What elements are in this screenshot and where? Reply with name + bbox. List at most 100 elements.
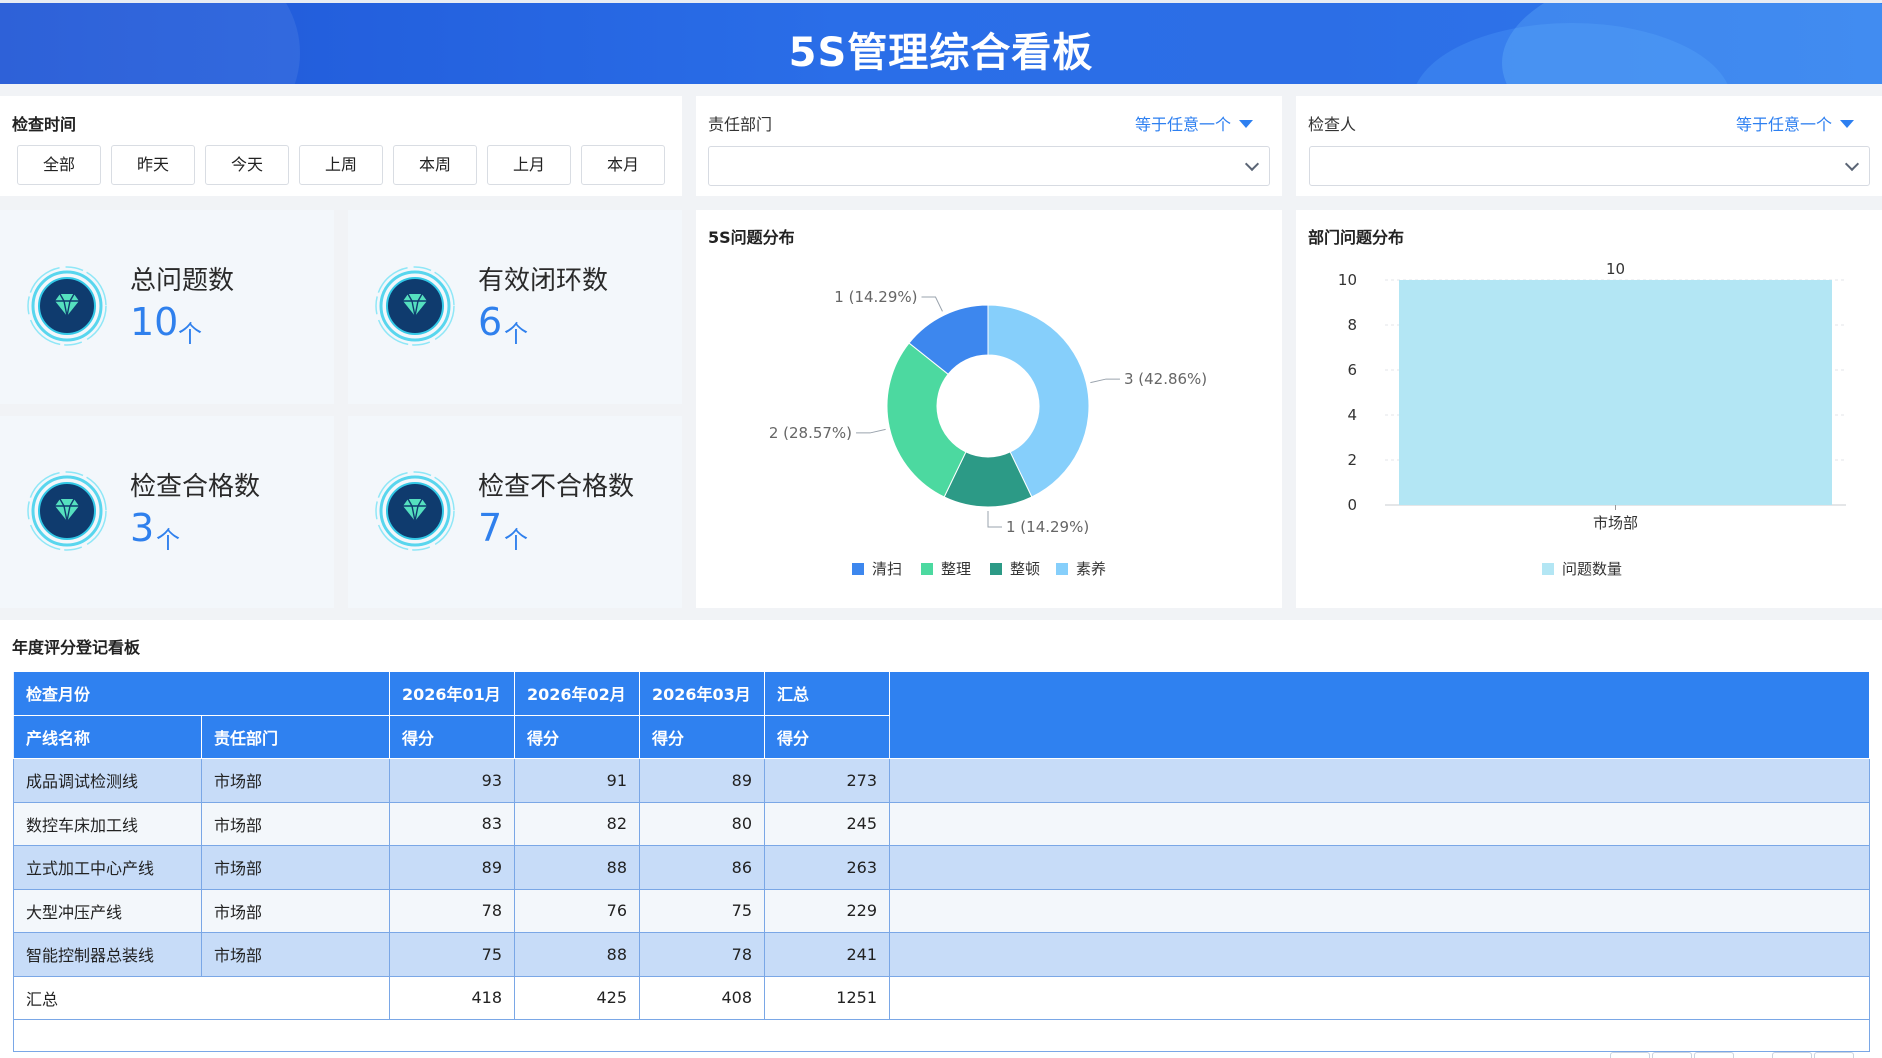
score-cell: 93 bbox=[389, 758, 515, 803]
kpi-value: 6 bbox=[478, 300, 503, 344]
time-button-today[interactable]: 今天 bbox=[205, 145, 289, 185]
pagination-button[interactable] bbox=[1694, 1052, 1734, 1058]
header-cell[interactable]: 得分 bbox=[639, 714, 765, 759]
time-button-all[interactable]: 全部 bbox=[17, 145, 101, 185]
time-button-last-week[interactable]: 上周 bbox=[299, 145, 383, 185]
table-row: 大型冲压产线 市场部 78 76 75 229 bbox=[13, 888, 1870, 933]
score-cell: 91 bbox=[514, 758, 640, 803]
score-table: 检查月份 2026年01月 2026年02月 2026年03月 汇总 产线名称 … bbox=[13, 671, 1870, 1052]
score-cell: 88 bbox=[514, 932, 640, 977]
diamond-icon bbox=[375, 266, 455, 346]
filler-cell bbox=[889, 758, 1870, 803]
table-title: 年度评分登记看板 bbox=[12, 638, 141, 657]
leader-line bbox=[1090, 378, 1120, 384]
diamond-icon bbox=[27, 266, 107, 346]
pagination-button[interactable] bbox=[1610, 1052, 1650, 1058]
header-cell[interactable]: 汇总 bbox=[764, 671, 890, 716]
y-tick-label: 0 bbox=[1347, 496, 1357, 514]
header-cell[interactable]: 得分 bbox=[389, 714, 515, 759]
leader-line bbox=[921, 296, 943, 312]
filler-cell bbox=[889, 845, 1870, 890]
legend-label: 问题数量 bbox=[1562, 560, 1622, 578]
y-tick-label: 10 bbox=[1338, 271, 1357, 289]
kpi-unit: 个 bbox=[504, 526, 528, 554]
header-cell[interactable]: 得分 bbox=[764, 714, 890, 759]
header-cell[interactable]: 责任部门 bbox=[201, 714, 390, 759]
data-label: 2 (28.57%) bbox=[769, 424, 852, 442]
y-tick-label: 2 bbox=[1347, 451, 1357, 469]
y-tick-label: 8 bbox=[1347, 316, 1357, 334]
diamond-icon bbox=[27, 471, 107, 551]
kpi-title: 检查不合格数 bbox=[478, 472, 635, 502]
page-title: 5S管理综合看板 bbox=[788, 30, 1094, 76]
kpi-card-closed-loop: 有效闭环数 6 个 bbox=[348, 210, 682, 404]
header-cell[interactable]: 2026年03月 bbox=[639, 671, 765, 716]
total-label-cell: 汇总 bbox=[13, 975, 390, 1020]
score-cell: 86 bbox=[639, 845, 765, 890]
header-cell[interactable]: 检查月份 bbox=[13, 671, 390, 716]
chevron-down-icon bbox=[1244, 156, 1260, 172]
leader-line bbox=[856, 428, 886, 434]
header-cell[interactable]: 2026年01月 bbox=[389, 671, 515, 716]
score-cell: 75 bbox=[389, 932, 515, 977]
department-condition-dropdown[interactable]: 等于任意一个 bbox=[1135, 111, 1254, 135]
bar-chart: 0 2 4 6 8 10 10 市场部问题数量 bbox=[1338, 260, 1846, 578]
inspector-select[interactable] bbox=[1309, 146, 1870, 186]
department-select[interactable] bbox=[708, 146, 1270, 186]
inspector-condition-label: 等于任意一个 bbox=[1736, 115, 1833, 134]
department-condition-label: 等于任意一个 bbox=[1135, 115, 1232, 134]
legend-swatch bbox=[1056, 563, 1068, 575]
department-distribution-panel: 部门问题分布 0 2 4 6 8 10 10 市场部 问题数量 bbox=[1296, 210, 1882, 608]
kpi-value: 7 bbox=[478, 506, 503, 550]
score-cell: 76 bbox=[514, 888, 640, 933]
dashboard-header: 5S管理综合看板 bbox=[0, 0, 1882, 84]
table-row: 立式加工中心产线 市场部 89 88 86 263 bbox=[13, 845, 1870, 890]
data-label: 3 (42.86%) bbox=[1124, 370, 1207, 388]
total-cell: 425 bbox=[514, 975, 640, 1020]
department-cell: 市场部 bbox=[201, 932, 390, 977]
time-button-last-month[interactable]: 上月 bbox=[487, 145, 571, 185]
chevron-down-icon bbox=[1844, 156, 1860, 172]
score-cell: 89 bbox=[639, 758, 765, 803]
total-cell: 229 bbox=[764, 888, 890, 933]
5s-distribution-panel: 5S问题分布 1 (14.29%) 2 (28.57%) 1 (14.29%) 3 (… bbox=[696, 210, 1282, 608]
header-cell[interactable]: 2026年02月 bbox=[514, 671, 640, 716]
department-cell: 市场部 bbox=[201, 758, 390, 803]
header-filler bbox=[889, 671, 1870, 759]
score-cell: 78 bbox=[639, 932, 765, 977]
header-cell[interactable]: 产线名称 bbox=[13, 714, 202, 759]
legend-swatch bbox=[1542, 563, 1554, 575]
time-button-yesterday[interactable]: 昨天 bbox=[111, 145, 195, 185]
score-cell: 82 bbox=[514, 801, 640, 846]
pagination-button[interactable] bbox=[1772, 1052, 1812, 1058]
table-row: 智能控制器总装线 市场部 75 88 78 241 bbox=[13, 932, 1870, 977]
legend-label: 整顿 bbox=[1010, 560, 1040, 578]
filler-cell bbox=[889, 932, 1870, 977]
line-name-cell: 大型冲压产线 bbox=[13, 888, 202, 933]
line-name-cell: 成品调试检测线 bbox=[13, 758, 202, 803]
legend-swatch bbox=[852, 563, 864, 575]
kpi-card-total-issues: 总问题数 10 个 bbox=[0, 210, 334, 404]
legend-label: 整理 bbox=[941, 560, 971, 578]
y-tick-label: 4 bbox=[1347, 406, 1357, 424]
table-total-row: 汇总 418 425 408 1251 bbox=[13, 975, 1870, 1020]
filler-cell bbox=[889, 975, 1870, 1020]
time-filter-label: 检查时间 bbox=[12, 115, 77, 134]
kpi-title: 有效闭环数 bbox=[478, 266, 609, 296]
diamond-icon bbox=[375, 471, 455, 551]
inspector-filter-label: 检查人 bbox=[1308, 115, 1357, 134]
score-cell: 88 bbox=[514, 845, 640, 890]
filler-cell bbox=[889, 801, 1870, 846]
line-name-cell: 立式加工中心产线 bbox=[13, 845, 202, 890]
kpi-card-passed: 检查合格数 3 个 bbox=[0, 416, 334, 608]
bar bbox=[1399, 280, 1832, 505]
x-tick-label: 市场部 bbox=[1593, 514, 1638, 532]
pagination-button[interactable] bbox=[1814, 1052, 1854, 1058]
table-row: 成品调试检测线 市场部 93 91 89 273 bbox=[13, 758, 1870, 803]
department-cell: 市场部 bbox=[201, 845, 390, 890]
time-button-this-week[interactable]: 本周 bbox=[393, 145, 477, 185]
pagination-button[interactable] bbox=[1652, 1052, 1692, 1058]
header-cell[interactable]: 得分 bbox=[514, 714, 640, 759]
time-button-this-month[interactable]: 本月 bbox=[581, 145, 665, 185]
inspector-condition-dropdown[interactable]: 等于任意一个 bbox=[1736, 111, 1855, 135]
